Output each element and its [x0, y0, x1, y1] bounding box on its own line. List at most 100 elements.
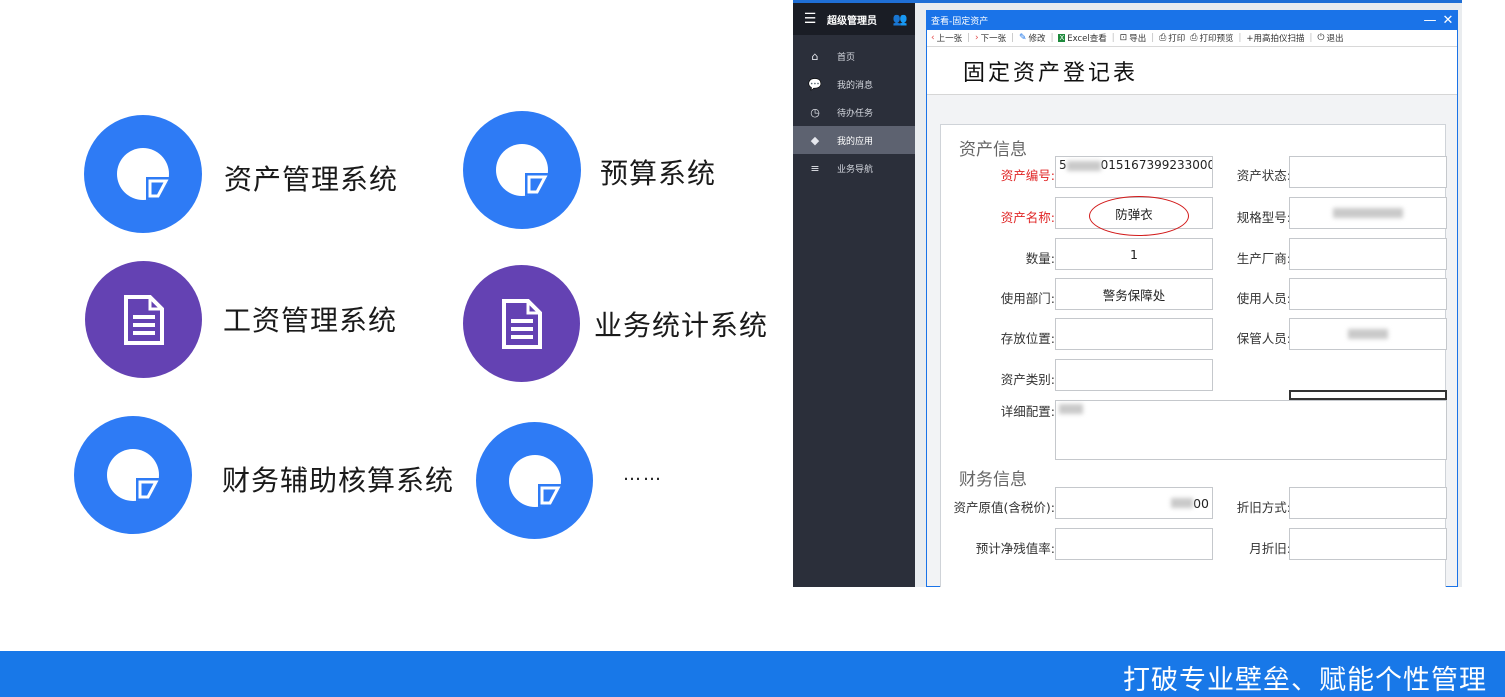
sidebar-item-label: 首页: [837, 52, 856, 63]
toolbar: ‹ 上一张 | › 下一张 | ✎ 修改 | X Excel查看 | ⊡ 导出 | ⎙ 打印…: [927, 30, 1457, 47]
dept-field[interactable]: 警务保障处: [1055, 278, 1213, 310]
prev-button[interactable]: ‹ 上一张: [931, 32, 962, 44]
sidebar-item-my-apps[interactable]: ◆ 我的应用: [793, 126, 915, 154]
edit-button[interactable]: ✎ 修改: [1019, 32, 1046, 44]
minimize-button[interactable]: —: [1421, 13, 1439, 28]
sidebar-item-label: 业务导航: [837, 164, 874, 175]
original-value-field[interactable]: 00: [1055, 487, 1213, 519]
home-icon: ⌂: [811, 49, 819, 63]
asset-name-label: 资产名称:: [1000, 210, 1055, 225]
asset-window: 查看-固定资产 — ✕ ‹ 上一张 | › 下一张 | ✎ 修改 | X Excel查看…: [926, 10, 1458, 587]
chevron-left-icon: ‹: [931, 33, 935, 43]
original-value-label: 资产原值(含税价):: [953, 500, 1055, 515]
asset-status-label: 资产状态:: [1236, 168, 1291, 183]
users-icon[interactable]: 👥: [885, 12, 915, 26]
sidebar-item-label: 我的应用: [837, 136, 874, 147]
form-title: 固定资产登记表: [927, 47, 1457, 95]
pie-chart-icon: [74, 416, 192, 534]
monthly-depreciation-field[interactable]: [1289, 528, 1447, 560]
app-screenshot: ☰ 超级管理员 👥 ⌂ 首页 💬 我的消息 ◷ 待办任务 ◆ 我的应用 ≡ 业务…: [793, 0, 1462, 587]
maker-label: 生产厂商:: [1236, 251, 1291, 266]
excel-view-button[interactable]: X Excel查看: [1058, 32, 1107, 44]
system-budget[interactable]: 预算系统: [463, 111, 716, 229]
form-panel: 资产信息 资产编号: 5 015167399233000 资产状态: 资产名称: …: [940, 124, 1447, 587]
print-preview-icon: ⎙: [1190, 33, 1198, 43]
dept-label: 使用部门:: [1000, 291, 1055, 306]
asset-no-label: 资产编号:: [1000, 168, 1055, 183]
sidebar-item-label: 待办任务: [837, 108, 874, 119]
pie-chart-icon: [476, 422, 593, 539]
system-label: 业务统计系统: [594, 308, 769, 342]
menu-icon[interactable]: ☰: [793, 11, 827, 27]
document-icon: [463, 265, 580, 382]
location-field[interactable]: [1055, 318, 1213, 350]
printer-icon: ⎙: [1159, 33, 1167, 43]
timer-icon: ◷: [810, 105, 820, 119]
banner-slogan: 打破专业壁垒、赋能个性管理: [1123, 665, 1487, 696]
sidebar-item-navigation[interactable]: ≡ 业务导航: [793, 154, 915, 182]
system-more[interactable]: ……: [476, 422, 663, 539]
highlight-circle: [1089, 196, 1189, 236]
document-icon: [85, 261, 202, 378]
system-label: ……: [623, 464, 663, 485]
next-button[interactable]: › 下一张: [975, 32, 1006, 44]
section-asset-info: 资产信息: [959, 140, 1027, 160]
system-business-stats[interactable]: 业务统计系统: [463, 265, 768, 382]
print-button[interactable]: ⎙ 打印: [1159, 32, 1185, 44]
location-label: 存放位置:: [1000, 331, 1055, 346]
user-field[interactable]: [1289, 278, 1447, 310]
monthly-depreciation-label: 月折旧:: [1249, 541, 1291, 556]
system-salary[interactable]: 工资管理系统: [85, 261, 397, 378]
model-label: 规格型号:: [1236, 210, 1291, 225]
system-label: 工资管理系统: [223, 303, 398, 337]
maker-field[interactable]: [1289, 238, 1447, 270]
system-label: 预算系统: [600, 157, 717, 190]
detail-field[interactable]: [1055, 400, 1447, 460]
bottom-banner: 打破专业壁垒、赋能个性管理: [0, 651, 1505, 697]
chevron-right-icon: ›: [975, 33, 979, 43]
window-titlebar: 查看-固定资产 — ✕: [927, 11, 1457, 30]
user-name: 超级管理员: [827, 15, 877, 27]
residual-rate-field[interactable]: [1055, 528, 1213, 560]
asset-no-field[interactable]: 5 015167399233000: [1055, 156, 1213, 188]
category-label: 资产类别:: [1000, 372, 1055, 387]
keeper-field[interactable]: [1289, 318, 1447, 350]
system-label: 资产管理系统: [224, 163, 399, 196]
residual-rate-label: 预计净残值率:: [975, 541, 1055, 556]
depreciation-method-field[interactable]: [1289, 487, 1447, 519]
sidebar-item-todo[interactable]: ◷ 待办任务: [793, 98, 915, 126]
exit-button[interactable]: ⏻ 退出: [1317, 32, 1343, 44]
sidebar-item-messages[interactable]: 💬 我的消息: [793, 70, 915, 98]
keeper-label: 保管人员:: [1236, 331, 1291, 346]
depreciation-method-label: 折旧方式:: [1236, 500, 1291, 515]
nav-icon: ≡: [810, 161, 820, 175]
section-finance-info: 财务信息: [959, 470, 1027, 490]
message-icon: 💬: [808, 77, 822, 91]
quantity-field[interactable]: 1: [1055, 238, 1213, 270]
export-icon: ⊡: [1119, 33, 1128, 43]
excel-icon: X: [1058, 34, 1066, 42]
sidebar: ☰ 超级管理员 👥 ⌂ 首页 💬 我的消息 ◷ 待办任务 ◆ 我的应用 ≡ 业务…: [793, 3, 915, 587]
category-field[interactable]: [1055, 359, 1213, 391]
model-field[interactable]: [1289, 197, 1447, 229]
cube-icon: ◆: [810, 133, 820, 147]
sidebar-header: ☰ 超级管理员 👥: [793, 3, 915, 35]
power-icon: ⏻: [1317, 33, 1325, 43]
empty-box: [1289, 390, 1447, 400]
detail-label: 详细配置:: [1000, 404, 1055, 419]
system-finance-aux[interactable]: 财务辅助核算系统: [74, 416, 454, 534]
pie-chart-icon: [463, 111, 581, 229]
system-asset-management[interactable]: 资产管理系统: [84, 115, 398, 233]
print-preview-button[interactable]: ⎙ 打印预览: [1190, 32, 1233, 44]
window-title: 查看-固定资产: [931, 17, 989, 27]
export-button[interactable]: ⊡ 导出: [1120, 32, 1147, 44]
close-button[interactable]: ✕: [1439, 13, 1457, 28]
asset-status-field[interactable]: [1289, 156, 1447, 188]
edit-icon: ✎: [1019, 33, 1027, 43]
sidebar-item-label: 我的消息: [837, 80, 874, 91]
user-label: 使用人员:: [1236, 291, 1291, 306]
scan-button[interactable]: +用高拍仪扫描: [1246, 32, 1304, 44]
sidebar-item-home[interactable]: ⌂ 首页: [793, 42, 915, 70]
system-label: 财务辅助核算系统: [222, 463, 455, 497]
pie-chart-icon: [84, 115, 202, 233]
